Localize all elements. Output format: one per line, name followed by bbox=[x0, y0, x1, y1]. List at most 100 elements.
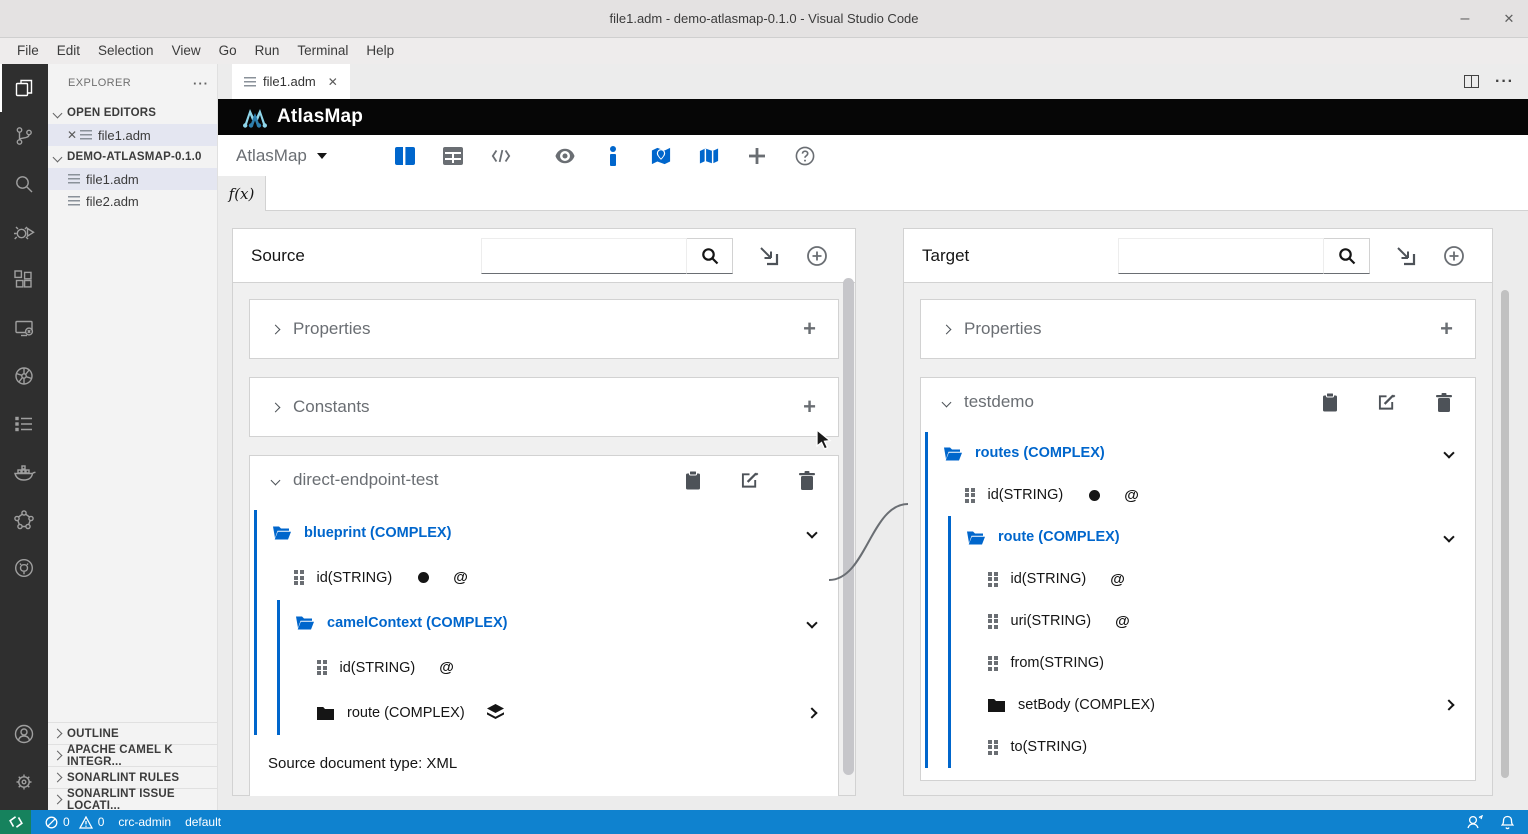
collapse-node-icon[interactable] bbox=[1445, 444, 1453, 462]
edit-document-icon[interactable] bbox=[1378, 393, 1396, 412]
tree-row-blueprint[interactable]: blueprint (COMPLEX) bbox=[257, 510, 838, 555]
docker-icon[interactable] bbox=[0, 448, 48, 496]
show-mapping-table-icon[interactable] bbox=[443, 146, 463, 166]
edit-document-icon[interactable] bbox=[741, 471, 759, 490]
run-debug-icon[interactable] bbox=[0, 208, 48, 256]
explorer-more-actions-icon[interactable] bbox=[193, 76, 209, 91]
show-mapping-preview-icon[interactable] bbox=[555, 146, 575, 166]
tree-row-route[interactable]: route (COMPLEX) bbox=[951, 516, 1475, 558]
explorer-icon[interactable] bbox=[0, 64, 48, 112]
extensions-icon[interactable] bbox=[0, 256, 48, 304]
tab-file1[interactable]: file1.adm bbox=[232, 64, 350, 99]
editor-more-actions-icon[interactable] bbox=[1495, 73, 1514, 91]
sonarlint-rules-section[interactable]: SONARLINT RULES bbox=[48, 766, 217, 788]
menu-go[interactable]: Go bbox=[210, 40, 246, 62]
github-icon[interactable] bbox=[0, 544, 48, 592]
camel-k-section[interactable]: APACHE CAMEL K INTEGR... bbox=[48, 744, 217, 766]
folder-section[interactable]: DEMO-ATLASMAP-0.1.0 bbox=[48, 146, 217, 168]
search-icon[interactable] bbox=[0, 160, 48, 208]
tree-row-id[interactable]: id(STRING) @ bbox=[928, 474, 1475, 516]
capture-document-icon[interactable] bbox=[1321, 393, 1339, 412]
show-types-icon[interactable] bbox=[603, 146, 623, 166]
test-list-icon[interactable] bbox=[0, 400, 48, 448]
tree-row-uri[interactable]: uri(STRING) @ bbox=[951, 600, 1475, 642]
show-mapped-fields-icon[interactable] bbox=[651, 146, 671, 166]
chevron-down-icon[interactable] bbox=[271, 475, 281, 485]
canvas-scrollbar[interactable] bbox=[1501, 290, 1509, 778]
settings-gear-icon[interactable] bbox=[0, 758, 48, 806]
target-import-icon[interactable] bbox=[1394, 244, 1418, 268]
notifications-bell-icon[interactable] bbox=[1501, 815, 1514, 830]
menu-file[interactable]: File bbox=[8, 40, 48, 62]
help-icon[interactable] bbox=[795, 146, 815, 166]
close-editor-icon[interactable] bbox=[64, 128, 80, 142]
menu-view[interactable]: View bbox=[163, 40, 210, 62]
atlasmap-menu-dropdown[interactable]: AtlasMap bbox=[218, 146, 348, 166]
target-properties-card[interactable]: Properties bbox=[920, 299, 1476, 359]
collapse-node-icon[interactable] bbox=[808, 524, 816, 542]
source-add-document-icon[interactable] bbox=[805, 244, 829, 268]
add-mapping-icon[interactable] bbox=[747, 146, 767, 166]
source-control-icon[interactable] bbox=[0, 112, 48, 160]
kubernetes-icon[interactable] bbox=[0, 352, 48, 400]
collapse-node-icon[interactable] bbox=[808, 614, 816, 632]
tab-close-icon[interactable] bbox=[328, 75, 338, 89]
expand-node-icon[interactable] bbox=[1445, 696, 1453, 714]
feedback-icon[interactable] bbox=[1467, 815, 1483, 829]
menu-edit[interactable]: Edit bbox=[48, 40, 89, 62]
tree-row-from[interactable]: from(STRING) bbox=[951, 642, 1475, 684]
source-scrollbar[interactable] bbox=[843, 278, 854, 775]
open-editors-section[interactable]: OPEN EDITORS bbox=[48, 102, 217, 124]
menu-terminal[interactable]: Terminal bbox=[288, 40, 357, 62]
problems-indicator[interactable]: 0 0 bbox=[45, 815, 104, 829]
tree-row-route[interactable]: route (COMPLEX) bbox=[280, 690, 838, 735]
add-constant-icon[interactable] bbox=[803, 397, 816, 417]
sonarlint-locations-section[interactable]: SONARLINT ISSUE LOCATI... bbox=[48, 788, 217, 810]
tree-row-setbody[interactable]: setBody (COMPLEX) bbox=[951, 684, 1475, 726]
collapse-node-icon[interactable] bbox=[1445, 528, 1453, 546]
menu-help[interactable]: Help bbox=[357, 40, 403, 62]
capture-document-icon[interactable] bbox=[684, 471, 702, 490]
show-column-mapper-icon[interactable] bbox=[395, 146, 415, 166]
split-editor-icon[interactable] bbox=[1464, 75, 1479, 88]
source-search-input[interactable] bbox=[481, 238, 687, 274]
camel-k-icon[interactable] bbox=[0, 496, 48, 544]
show-unmapped-fields-icon[interactable] bbox=[699, 146, 719, 166]
add-property-icon[interactable] bbox=[803, 319, 816, 339]
remote-explorer-icon[interactable] bbox=[0, 304, 48, 352]
accounts-icon[interactable] bbox=[0, 710, 48, 758]
minimize-button[interactable] bbox=[1454, 8, 1476, 30]
tree-row-id[interactable]: id(STRING) @ bbox=[257, 555, 838, 600]
tree-row-id2[interactable]: id(STRING) @ bbox=[280, 645, 838, 690]
menu-run[interactable]: Run bbox=[246, 40, 289, 62]
source-properties-card[interactable]: Properties bbox=[249, 299, 839, 359]
target-add-document-icon[interactable] bbox=[1442, 244, 1466, 268]
outline-section[interactable]: OUTLINE bbox=[48, 722, 217, 744]
show-namespace-table-icon[interactable] bbox=[491, 146, 511, 166]
source-constants-card[interactable]: Constants bbox=[249, 377, 839, 437]
atlasmap-header: AtlasMap bbox=[218, 99, 1528, 135]
source-search-button[interactable] bbox=[687, 238, 733, 274]
expand-node-icon[interactable] bbox=[808, 704, 816, 722]
properties-label: Properties bbox=[293, 319, 370, 339]
status-namespace[interactable]: default bbox=[185, 815, 221, 829]
tree-row-to[interactable]: to(STRING) bbox=[951, 726, 1475, 768]
tree-row-camelcontext[interactable]: camelContext (COMPLEX) bbox=[280, 600, 838, 645]
fx-expression-button[interactable]: f(x) bbox=[218, 176, 266, 211]
tree-item-file1[interactable]: file1.adm bbox=[48, 168, 217, 190]
target-search-input[interactable] bbox=[1118, 238, 1324, 274]
delete-document-icon[interactable] bbox=[798, 471, 816, 490]
status-host[interactable]: crc-admin bbox=[118, 815, 171, 829]
open-editor-item-file1[interactable]: file1.adm bbox=[48, 124, 217, 146]
tree-row-id2[interactable]: id(STRING) @ bbox=[951, 558, 1475, 600]
menu-selection[interactable]: Selection bbox=[89, 40, 163, 62]
tree-item-file2[interactable]: file2.adm bbox=[48, 190, 217, 212]
close-button[interactable] bbox=[1498, 8, 1520, 30]
add-property-icon[interactable] bbox=[1440, 319, 1453, 339]
tree-row-routes[interactable]: routes (COMPLEX) bbox=[928, 432, 1475, 474]
source-import-icon[interactable] bbox=[757, 244, 781, 268]
target-search-button[interactable] bbox=[1324, 238, 1370, 274]
chevron-down-icon[interactable] bbox=[942, 397, 952, 407]
remote-indicator[interactable] bbox=[0, 810, 31, 834]
delete-document-icon[interactable] bbox=[1435, 393, 1453, 412]
